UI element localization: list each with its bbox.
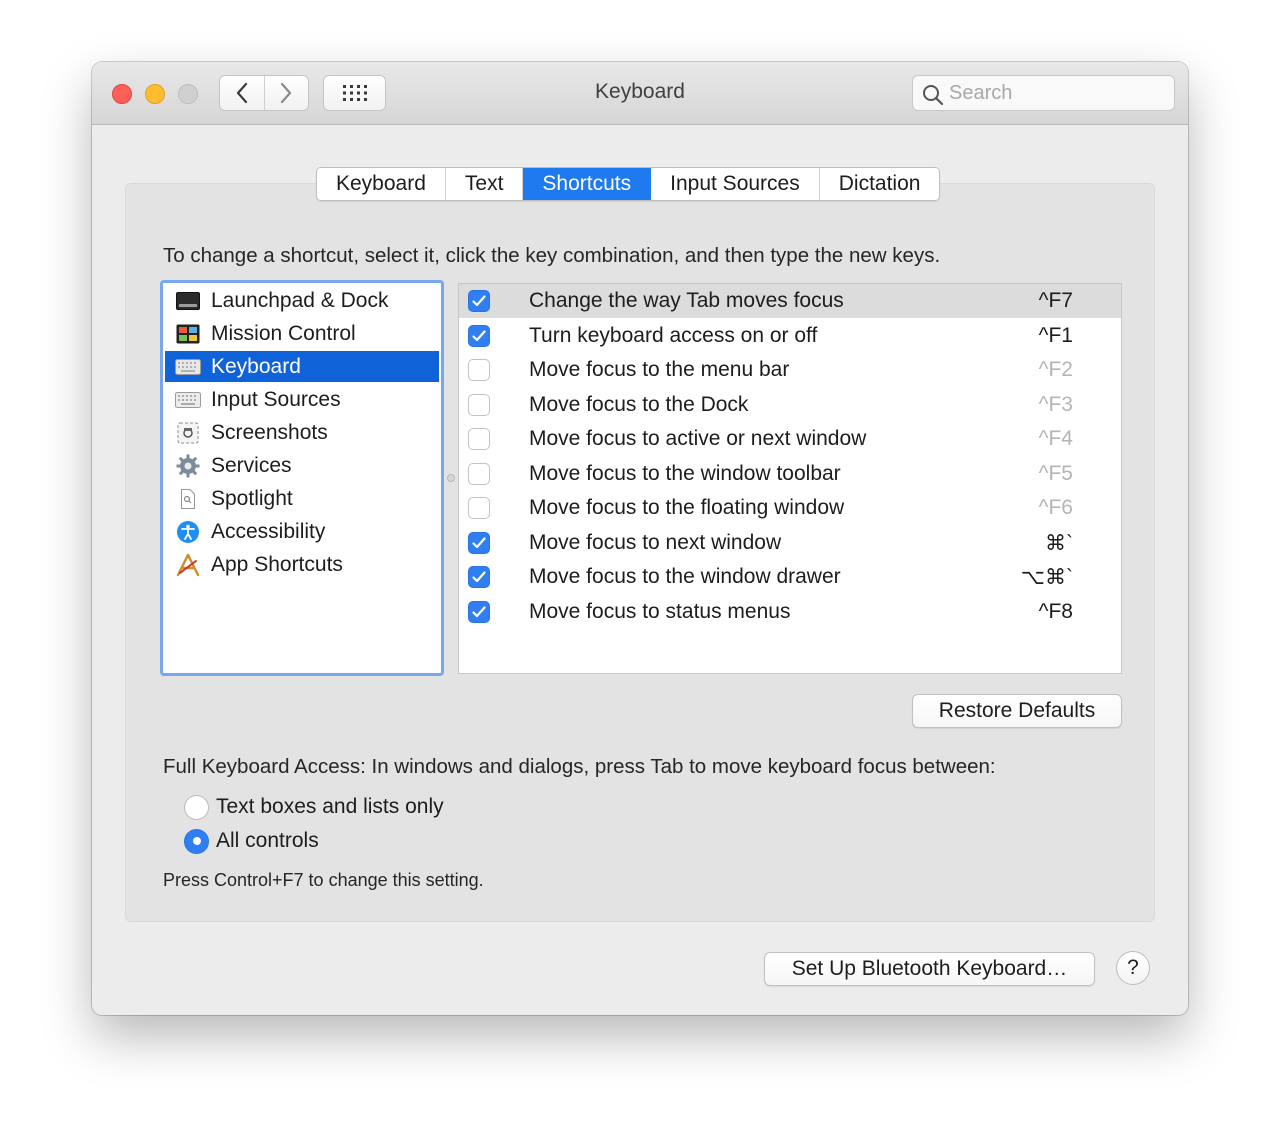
radio-button[interactable]: [184, 828, 209, 854]
shortcut-row[interactable]: Move focus to the Dock ^F3: [459, 388, 1121, 422]
screenshots-icon: [175, 422, 201, 444]
shortcut-key[interactable]: ^F1: [1039, 324, 1073, 348]
keyboard-preferences-window: Keyboard Keyboard Text Shortcuts Input S…: [92, 62, 1188, 1015]
app-shortcuts-icon: [175, 553, 201, 576]
shortcut-key[interactable]: ⌥⌘`: [1021, 565, 1073, 590]
shortcut-row[interactable]: Move focus to next window ⌘`: [459, 526, 1121, 560]
category-mission-control[interactable]: Mission Control: [165, 318, 439, 349]
radio-text-boxes-and-lists[interactable]: Text boxes and lists only: [184, 793, 444, 821]
instruction-text: To change a shortcut, select it, click t…: [163, 244, 941, 267]
mission-control-icon: [175, 323, 201, 345]
shortcut-name: Move focus to the window drawer: [529, 565, 841, 588]
spotlight-icon: [175, 488, 201, 510]
shortcut-row[interactable]: Change the way Tab moves focus ^F7: [459, 284, 1121, 318]
shortcut-row[interactable]: Move focus to the window toolbar ^F5: [459, 457, 1121, 491]
restore-defaults-button[interactable]: Restore Defaults: [912, 694, 1122, 728]
services-gear-icon: [175, 454, 201, 477]
shortcut-row[interactable]: Move focus to the window drawer ⌥⌘`: [459, 560, 1121, 594]
shortcut-name: Move focus to next window: [529, 530, 782, 554]
category-launchpad-dock[interactable]: Launchpad & Dock: [165, 285, 439, 316]
shortcut-row[interactable]: Move focus to status menus ^F8: [459, 595, 1121, 629]
shortcut-checkbox[interactable]: [468, 359, 490, 381]
shortcut-checkbox[interactable]: [468, 428, 490, 450]
tab-shortcuts[interactable]: Shortcuts: [523, 168, 652, 200]
shortcut-checkbox[interactable]: [468, 600, 490, 623]
checkmark-icon: [472, 605, 486, 617]
shortcut-name: Move focus to the Dock: [529, 392, 749, 416]
category-spotlight[interactable]: Spotlight: [165, 483, 439, 514]
category-services[interactable]: Services: [165, 450, 439, 481]
launchpad-icon: [175, 290, 201, 312]
shortcut-checkbox[interactable]: [468, 531, 490, 554]
category-screenshots[interactable]: Screenshots: [165, 417, 439, 448]
checkmark-icon: [472, 329, 486, 341]
titlebar: Keyboard: [92, 62, 1188, 125]
shortcut-checkbox[interactable]: [468, 290, 490, 312]
tab-input-sources[interactable]: Input Sources: [651, 168, 820, 200]
shortcut-key[interactable]: ^F5: [1039, 462, 1073, 486]
category-app-shortcuts[interactable]: App Shortcuts: [165, 549, 439, 580]
checkmark-icon: [472, 571, 486, 583]
shortcut-row[interactable]: Move focus to the floating window ^F6: [459, 491, 1121, 525]
keyboard-access-hint: Press Control+F7 to change this setting.: [163, 870, 484, 890]
shortcut-checkbox[interactable]: [468, 393, 490, 416]
shortcut-name: Move focus to active or next window: [529, 427, 867, 450]
shortcut-key[interactable]: ^F3: [1039, 393, 1073, 417]
checkmark-icon: [472, 536, 486, 548]
shortcut-name: Turn keyboard access on or off: [529, 323, 818, 347]
set-up-bluetooth-keyboard-button[interactable]: Set Up Bluetooth Keyboard…: [764, 952, 1095, 986]
shortcut-checkbox[interactable]: [468, 566, 490, 588]
shortcut-table[interactable]: Change the way Tab moves focus ^F7 Turn …: [458, 283, 1122, 674]
shortcut-row[interactable]: Move focus to the menu bar ^F2: [459, 353, 1121, 387]
checkmark-icon: [472, 295, 486, 307]
radio-button[interactable]: [184, 794, 209, 820]
shortcut-name: Change the way Tab moves focus: [529, 289, 844, 312]
tab-bar: Keyboard Text Shortcuts Input Sources Di…: [316, 167, 941, 201]
input-sources-icon: [175, 389, 201, 411]
search-field[interactable]: [912, 75, 1175, 111]
help-button[interactable]: ?: [1116, 951, 1150, 985]
shortcut-key[interactable]: ^F4: [1039, 427, 1073, 451]
shortcut-category-list[interactable]: Launchpad & Dock Mission Control Keyboar…: [160, 280, 444, 676]
shortcut-key[interactable]: ^F2: [1039, 358, 1073, 382]
tab-text[interactable]: Text: [445, 168, 524, 200]
shortcut-name: Move focus to the menu bar: [529, 358, 790, 381]
shortcut-key[interactable]: ^F7: [1039, 289, 1073, 313]
category-accessibility[interactable]: Accessibility: [165, 516, 439, 547]
keyboard-icon: [175, 356, 201, 378]
shortcut-checkbox[interactable]: [468, 324, 490, 347]
full-keyboard-access-label: Full Keyboard Access: In windows and dia…: [163, 755, 996, 778]
shortcut-row[interactable]: Turn keyboard access on or off ^F1: [459, 319, 1121, 353]
tab-dictation[interactable]: Dictation: [819, 168, 940, 200]
accessibility-icon: [175, 520, 201, 543]
shortcut-row[interactable]: Move focus to active or next window ^F4: [459, 422, 1121, 456]
shortcut-name: Move focus to status menus: [529, 599, 791, 623]
search-icon: [923, 85, 944, 106]
tab-keyboard[interactable]: Keyboard: [317, 168, 446, 200]
category-keyboard[interactable]: Keyboard: [165, 351, 439, 382]
shortcut-key[interactable]: ^F6: [1039, 496, 1073, 520]
shortcut-name: Move focus to the window toolbar: [529, 461, 841, 485]
shortcut-key[interactable]: ⌘`: [1045, 531, 1073, 556]
shortcut-checkbox[interactable]: [468, 497, 490, 519]
shortcut-name: Move focus to the floating window: [529, 496, 845, 519]
shortcut-key[interactable]: ^F8: [1039, 600, 1073, 624]
shortcut-checkbox[interactable]: [468, 462, 490, 485]
category-input-sources[interactable]: Input Sources: [165, 384, 439, 415]
split-view-divider[interactable]: [447, 474, 455, 482]
search-input[interactable]: [949, 80, 1159, 106]
radio-all-controls[interactable]: All controls: [184, 827, 319, 855]
